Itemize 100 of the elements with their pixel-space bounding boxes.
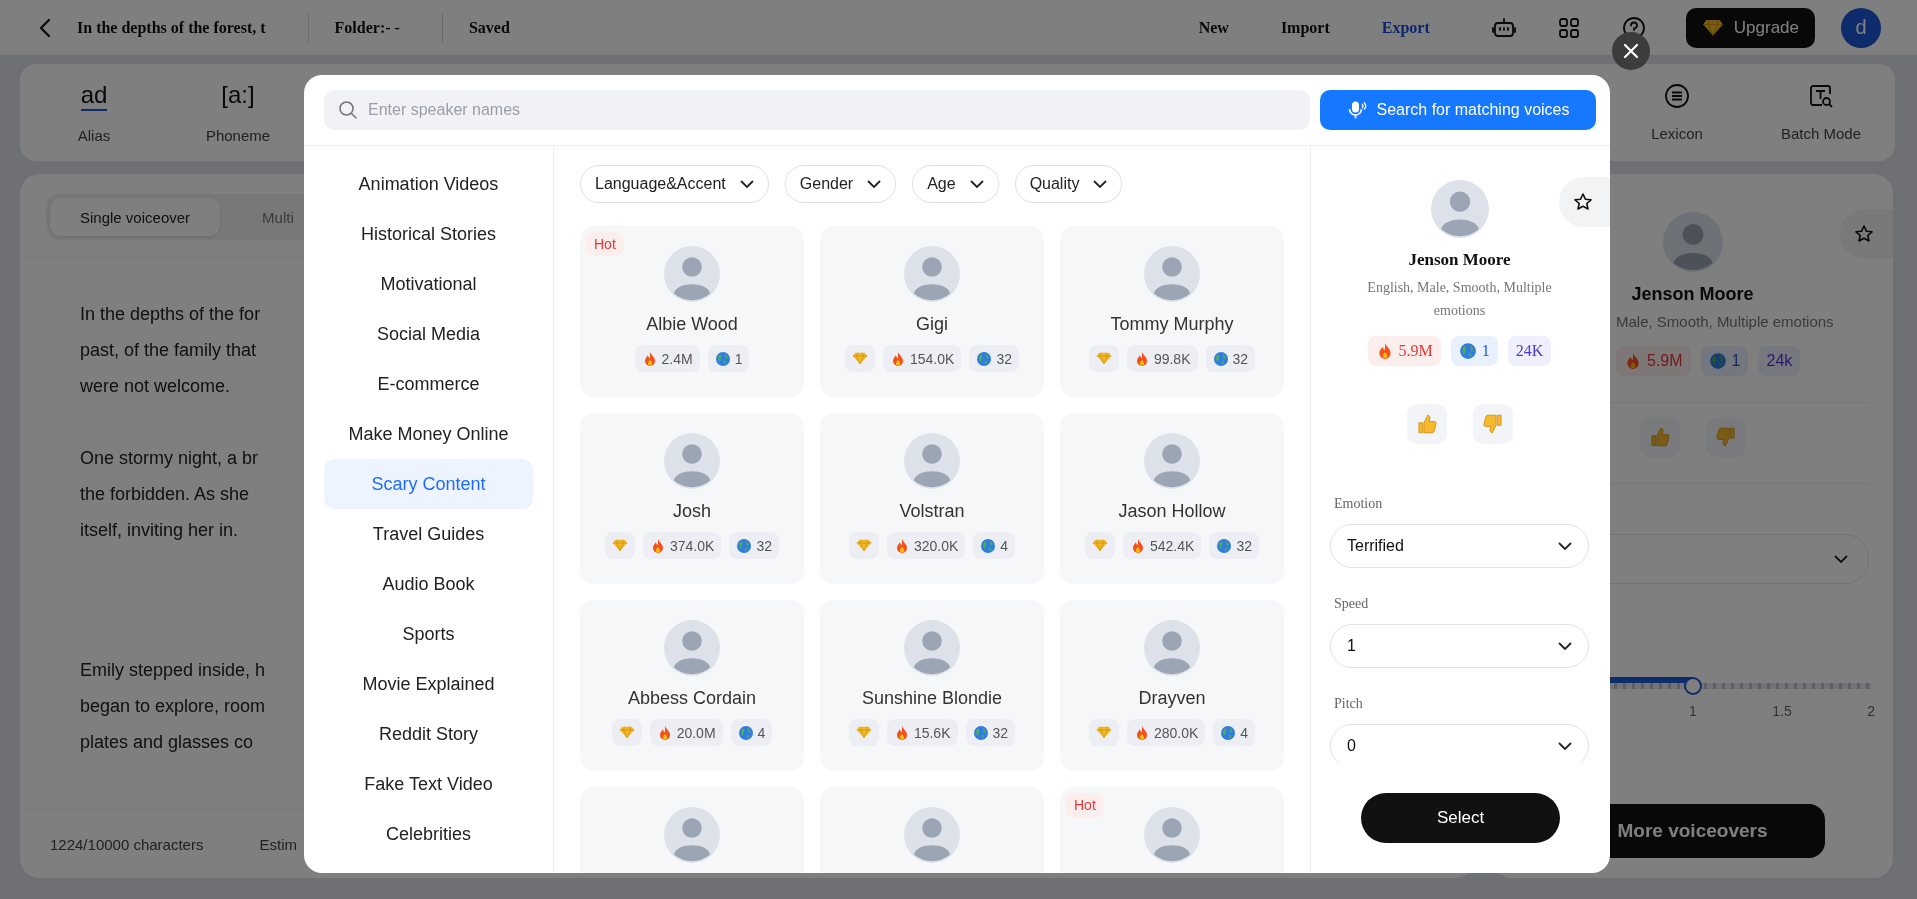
dropdown-value: Terrified	[1347, 537, 1404, 555]
document-title: In the depths of the forest, t	[77, 18, 266, 37]
hot-badge: Hot	[586, 232, 624, 256]
avatar-silhouette	[904, 807, 960, 863]
text-line: itself, inviting her in.	[80, 519, 239, 542]
diamond-icon	[1092, 539, 1108, 552]
toolbar-button[interactable]: [a:] Phoneme	[178, 64, 298, 161]
avatar-silhouette	[1430, 180, 1489, 238]
category-item[interactable]: Motivational	[324, 259, 533, 309]
voice-card[interactable]: Hot Albie Wood 2.4M 1	[580, 226, 804, 397]
voice-name: Tommy Murphy	[1110, 314, 1234, 335]
avatar-silhouette	[1144, 246, 1200, 302]
category-item[interactable]: Celebrities	[324, 809, 533, 859]
category-item[interactable]: Reddit Story	[324, 709, 533, 759]
language-count: 32	[756, 537, 772, 554]
category-item[interactable]: Travel Guides	[324, 509, 533, 559]
category-item[interactable]: Social Media	[324, 309, 533, 359]
folder-label: Folder:- -	[334, 18, 400, 37]
category-item[interactable]: E-commerce	[324, 359, 533, 409]
setting-label: Emotion	[1333, 496, 1383, 512]
voice-name: Drayven	[1138, 688, 1206, 709]
hot-badge: Hot	[1066, 793, 1104, 817]
text-line: In the depths of the for	[80, 303, 261, 326]
thumbs-down-icon	[1482, 414, 1503, 434]
category-item[interactable]: Fake Text Video	[324, 759, 533, 809]
search-icon	[338, 100, 358, 120]
globe-icon	[976, 350, 993, 367]
estimate-label: Estim	[259, 835, 297, 853]
avatar-silhouette	[1662, 212, 1723, 272]
chevron-down-icon	[1834, 554, 1848, 564]
category-item[interactable]: Scary Content	[324, 459, 533, 509]
category-item[interactable]: Sports	[324, 609, 533, 659]
category-item[interactable]: Animation Videos	[324, 159, 533, 209]
voice-card[interactable]: Hot	[1060, 787, 1284, 873]
thumbs-up-icon	[1649, 427, 1670, 447]
text-line: One stormy night, a br	[80, 447, 259, 470]
chevron-down-icon	[1558, 641, 1572, 651]
category-item[interactable]: Historical Stories	[324, 209, 533, 259]
voice-match-button[interactable]: Search for matching voices	[1320, 90, 1596, 130]
voice-card[interactable]: Josh 374.0K 32	[580, 413, 804, 584]
setting-label: Speed	[1333, 596, 1369, 612]
play-count: 5.9M	[1647, 352, 1683, 370]
search-field[interactable]: Enter speaker names	[324, 90, 1310, 130]
diamond-icon	[855, 726, 872, 739]
flame-icon	[1624, 352, 1642, 370]
upgrade-button[interactable]: Upgrade	[1685, 7, 1815, 48]
avatar-silhouette	[664, 433, 720, 489]
mode-tab[interactable]: Single voiceover	[50, 198, 221, 236]
dropdown-value: 0	[1347, 737, 1356, 755]
chevron-down-icon	[1093, 179, 1108, 189]
avatar-silhouette	[904, 433, 960, 489]
voice-card[interactable]: Abbess Cordain 20.0M 4	[580, 600, 804, 771]
category-item[interactable]: Movie Explained	[324, 659, 533, 709]
globe-icon	[980, 537, 997, 554]
voice-card[interactable]: Volstran 320.0K 4	[820, 413, 1044, 584]
toolbar-button[interactable]: Lexicon	[1617, 64, 1737, 161]
category-item[interactable]: Audio Book	[324, 559, 533, 609]
tick-label: 1.5	[1772, 703, 1792, 719]
thumbs-up-icon	[1416, 414, 1437, 434]
avatar-silhouette	[904, 620, 960, 676]
grid-icon[interactable]	[1557, 16, 1580, 39]
voice-name: Albie Wood	[646, 314, 738, 335]
avatar-silhouette	[664, 807, 720, 863]
tick-label: 2	[1867, 703, 1875, 719]
toolbar-button[interactable]: Batch Mode	[1761, 64, 1881, 161]
slider-thumb[interactable]	[1684, 677, 1702, 695]
menu-link[interactable]: Import	[1280, 18, 1330, 37]
favorite-button[interactable]	[1559, 177, 1610, 227]
language-count: 32	[1232, 350, 1249, 367]
play-count: 320.0K	[913, 537, 959, 554]
voice-name: Jenson Moore	[1408, 250, 1511, 270]
star-icon	[1573, 192, 1593, 212]
voice-name: Abbess Cordain	[627, 688, 757, 709]
play-count: 5.9M	[1398, 342, 1433, 360]
globe-icon	[1220, 724, 1237, 741]
play-count: 154.0K	[910, 350, 955, 367]
globe-icon	[1212, 350, 1229, 367]
dropdown-value: 1	[1347, 637, 1356, 655]
voice-card[interactable]: Tommy Murphy 99.8K 32	[1060, 226, 1284, 397]
play-count: 99.8K	[1153, 350, 1191, 367]
voice-card[interactable]: Jason Hollow 542.4K 32	[1060, 413, 1284, 584]
avatar-silhouette	[664, 620, 720, 676]
toolbar-button[interactable]: ad Alias	[34, 64, 154, 161]
play-count: 15.6K	[913, 724, 951, 741]
globe-icon	[1216, 537, 1233, 554]
diamond-icon	[855, 539, 872, 552]
menu-link[interactable]: New	[1198, 18, 1229, 37]
language-count: 4	[1000, 537, 1009, 554]
voice-card[interactable]: Drayven 280.0K 4	[1060, 600, 1284, 771]
select-button[interactable]: Select	[1361, 793, 1560, 843]
play-count: 374.0K	[670, 537, 715, 554]
text-line: Emily stepped inside, h	[80, 659, 266, 682]
language-count: 1	[734, 350, 743, 367]
voice-card[interactable]: Sunshine Blondie 15.6K 32	[820, 600, 1044, 771]
diamond-icon	[612, 539, 628, 552]
voice-card[interactable]: Gigi 154.0K 32	[820, 226, 1044, 397]
voice-name: Volstran	[899, 501, 965, 522]
category-item[interactable]: Make Money Online	[324, 409, 533, 459]
text-line: began to explore, room	[80, 695, 266, 718]
robot-icon[interactable]	[1491, 15, 1516, 40]
